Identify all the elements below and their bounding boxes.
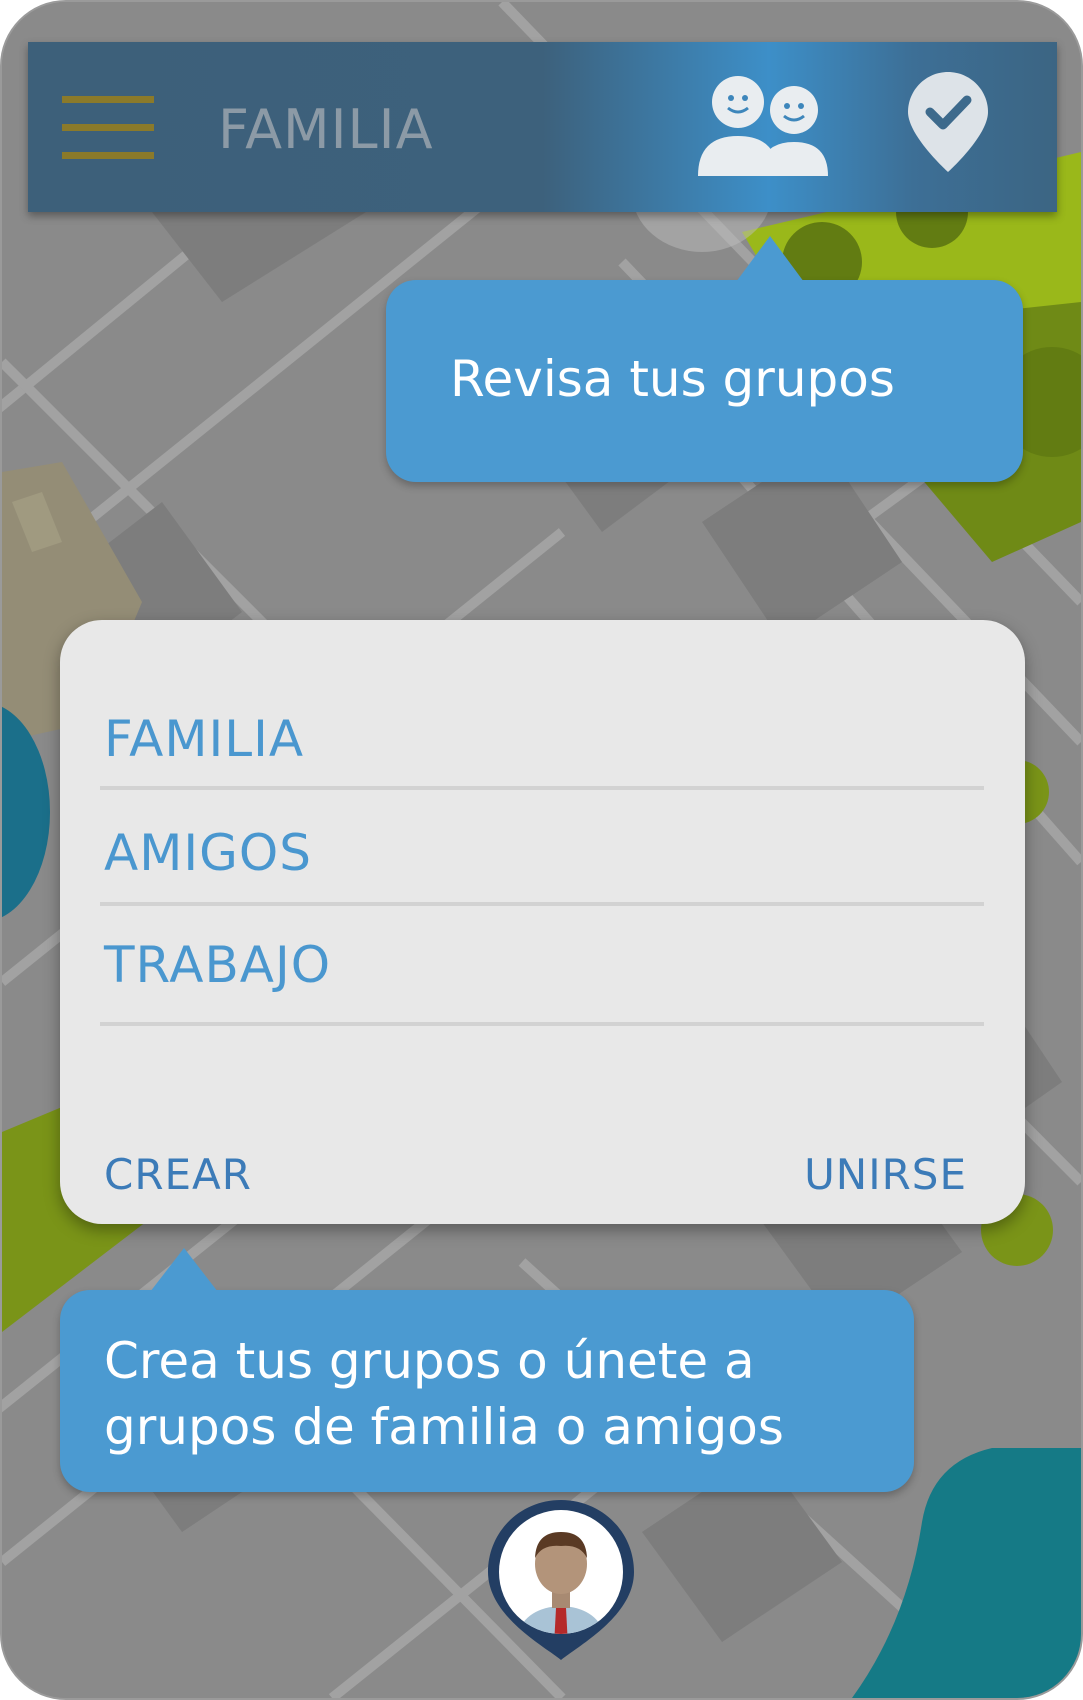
groups-tooltip: Revisa tus grupos: [386, 236, 1023, 482]
hamburger-menu-icon[interactable]: [62, 96, 154, 160]
join-button[interactable]: UNIRSE: [804, 1150, 967, 1199]
group-list: FAMILIA AMIGOS TRABAJO: [100, 670, 984, 1026]
location-check-icon[interactable]: [906, 70, 990, 174]
create-join-tooltip: Crea tus grupos o únete a grupos de fami…: [60, 1248, 914, 1492]
group-label: FAMILIA: [104, 710, 305, 768]
phone-frame: FAMILIA Revisa tus grupos FAMILIA AMIGOS…: [2, 2, 1081, 1698]
page-title: FAMILIA: [218, 98, 434, 161]
group-icon[interactable]: [698, 72, 838, 176]
tooltip-line-1: Crea tus grupos o únete a: [104, 1332, 755, 1390]
group-label: AMIGOS: [104, 824, 312, 882]
tooltip-text: Crea tus grupos o únete a grupos de fami…: [104, 1328, 784, 1460]
group-label: TRABAJO: [104, 936, 332, 994]
group-item-trabajo[interactable]: TRABAJO: [100, 906, 984, 1026]
top-app-bar: FAMILIA: [28, 42, 1057, 212]
tooltip-pointer: [150, 1248, 218, 1292]
group-item-amigos[interactable]: AMIGOS: [100, 790, 984, 906]
group-item-familia[interactable]: FAMILIA: [100, 670, 984, 790]
create-button[interactable]: CREAR: [104, 1150, 252, 1199]
tooltip-pointer: [736, 236, 804, 282]
groups-dialog: FAMILIA AMIGOS TRABAJO CREAR UNIRSE: [60, 620, 1025, 1224]
user-avatar-pin-icon[interactable]: [484, 1496, 638, 1662]
tooltip-text: Revisa tus grupos: [450, 350, 895, 408]
tooltip-line-2: grupos de familia o amigos: [104, 1398, 784, 1456]
